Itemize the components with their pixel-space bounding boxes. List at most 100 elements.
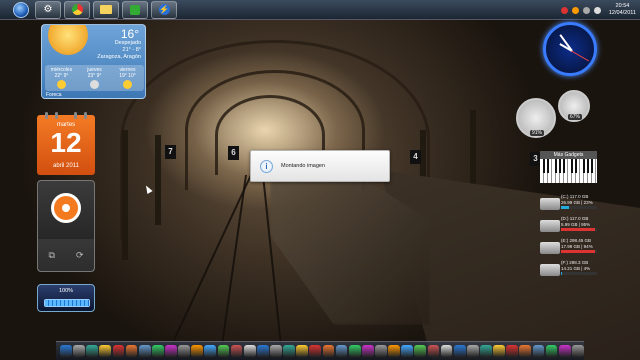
- dock-app-icon[interactable]: [532, 345, 545, 357]
- dock-app-icon[interactable]: [191, 345, 204, 357]
- ram-percent: 67%: [568, 114, 583, 120]
- dock-app-icon[interactable]: [309, 345, 322, 357]
- dock-app-icon[interactable]: [348, 345, 361, 357]
- calendar-ring: [74, 112, 77, 119]
- hard-drive-icon: [540, 264, 560, 276]
- dock-app-icon[interactable]: [151, 345, 164, 357]
- progress-track: [44, 299, 90, 307]
- dock-app-icon[interactable]: [217, 345, 230, 357]
- drive-usage-fill: [561, 206, 570, 209]
- dock-app-icon[interactable]: [414, 345, 427, 357]
- weather-source[interactable]: Foreca: [42, 91, 145, 98]
- tray-avast-icon[interactable]: [571, 6, 579, 14]
- taskbar-control-panel[interactable]: ⚙: [35, 0, 61, 19]
- dock-app-icon[interactable]: [506, 345, 519, 357]
- dock-app-icon[interactable]: [138, 345, 151, 357]
- dock-app-icon[interactable]: [283, 345, 295, 357]
- piano-gadget[interactable]: Más Gadgets: [540, 151, 597, 183]
- second-hand: [571, 50, 590, 62]
- tray-clock[interactable]: 20:54 12/04/2011: [609, 3, 636, 17]
- folder-icon: [100, 5, 112, 14]
- taskbar-power[interactable]: ⚡: [151, 0, 177, 19]
- dock-app-icon[interactable]: [361, 345, 374, 357]
- calendar-gadget[interactable]: martes 12 abril 2011: [37, 112, 95, 175]
- dock-app-icon[interactable]: [571, 345, 584, 357]
- sunny-icon: [57, 80, 66, 89]
- drive-usage-bar: [561, 250, 597, 253]
- dock-app-icon[interactable]: [112, 345, 125, 357]
- dock-app-icon[interactable]: [230, 345, 243, 357]
- calendar-ring: [55, 112, 58, 119]
- dock-app-icon[interactable]: [335, 345, 348, 357]
- dock-app-icon[interactable]: [558, 345, 571, 357]
- avast-controls: ⧉ ⟳: [38, 239, 94, 271]
- dock-app-icon[interactable]: [99, 345, 112, 357]
- drive-usage-fill: [561, 272, 563, 275]
- dock-app-icon[interactable]: [453, 345, 466, 357]
- avast-gadget[interactable]: ⧉ ⟳: [37, 180, 95, 272]
- start-button[interactable]: [10, 1, 32, 19]
- dock-app-icon[interactable]: [388, 345, 400, 357]
- dock-app-icon[interactable]: [243, 345, 256, 357]
- dock-app-icon[interactable]: [322, 345, 335, 357]
- calendar-month-year: abril 2011: [53, 163, 79, 169]
- mount-dialog[interactable]: i Montando imagen: [250, 150, 390, 182]
- drives-gadget[interactable]: (C:) 117.0 GB 26.99 GB | 23% (D:) 117.0 G…: [540, 194, 598, 280]
- cpu-meter-gadget[interactable]: 91% 67%: [514, 90, 594, 146]
- taskbar-chrome[interactable]: [64, 0, 90, 19]
- progress-gadget[interactable]: 100%: [37, 284, 95, 312]
- drive-item[interactable]: (C:) 117.0 GB 26.99 GB | 23%: [540, 194, 598, 216]
- refresh-icon[interactable]: ⟳: [76, 250, 84, 261]
- dialog-message: Montando imagen: [281, 163, 326, 169]
- dock-app-icon[interactable]: [519, 345, 532, 357]
- dock-app-icon[interactable]: [375, 345, 387, 357]
- drive-usage-fill: [561, 250, 595, 253]
- drive-item[interactable]: (D:) 117.0 GB 5.99 GB | 95%: [540, 216, 598, 238]
- dock-app-icon[interactable]: [73, 345, 85, 357]
- drive-usage-bar: [561, 228, 597, 231]
- taskbar-explorer[interactable]: [93, 0, 119, 19]
- dock-app-icon[interactable]: [86, 345, 99, 357]
- info-icon: i: [260, 160, 273, 173]
- open-icon[interactable]: ⧉: [49, 250, 55, 261]
- analog-clock-gadget[interactable]: [543, 22, 597, 76]
- drive-item[interactable]: (E:) 298.45 GB 17.99 GB | 94%: [540, 238, 598, 260]
- piano-keys[interactable]: [540, 159, 597, 183]
- tray-volume-icon[interactable]: [593, 6, 601, 14]
- dock-app-icon[interactable]: [427, 345, 440, 357]
- dock-app-icon[interactable]: [60, 345, 72, 357]
- forecast-day-temps: 23° 9°: [87, 73, 102, 79]
- dock-app-icon[interactable]: [204, 345, 217, 357]
- forecast-day: miércoles 22° 9°: [45, 65, 78, 91]
- tray-network-icon[interactable]: [582, 6, 590, 14]
- sunny-icon: [123, 80, 132, 89]
- partly-cloudy-icon: [90, 80, 99, 89]
- taskbar-media[interactable]: [122, 0, 148, 19]
- dock-app-icon[interactable]: [440, 345, 453, 357]
- dock-app-icon[interactable]: [480, 345, 492, 357]
- tray-update-icon[interactable]: [560, 6, 568, 14]
- progress-fill: [45, 300, 89, 306]
- dock-app-icon[interactable]: [401, 345, 414, 357]
- weather-temp: 16°: [120, 27, 139, 41]
- dock-app-icon[interactable]: [545, 345, 558, 357]
- dock: [56, 341, 584, 360]
- desktop-wallpaper[interactable]: 6 7 4 3 ⚙ ⚡ 20:54 12/04/2011 16° Despeja…: [0, 0, 640, 360]
- drive-label: (C:) 117.0 GB 26.99 GB | 23%: [561, 194, 593, 205]
- hard-drive-icon: [540, 220, 560, 232]
- drive-label: (F:) 298.3 GB 14.21 GB | 4%: [561, 260, 591, 271]
- dock-app-icon[interactable]: [178, 345, 190, 357]
- dock-app-icon[interactable]: [296, 345, 309, 357]
- dock-app-icon[interactable]: [165, 345, 177, 357]
- dock-app-icon[interactable]: [270, 345, 282, 357]
- drive-item[interactable]: (F:) 298.3 GB 14.21 GB | 4%: [540, 260, 598, 282]
- progress-label: 100%: [58, 288, 74, 294]
- dock-app-icon[interactable]: [493, 345, 505, 357]
- dock-app-icon[interactable]: [466, 345, 479, 357]
- dock-app-icon[interactable]: [125, 345, 138, 357]
- clock-date: 12/04/2011: [608, 10, 636, 16]
- weather-gadget[interactable]: 16° Despejado 21° - 8° Zaragoza, Aragón …: [41, 24, 146, 99]
- weather-range: 21° - 8°: [122, 47, 141, 53]
- dock-app-icon[interactable]: [256, 345, 269, 357]
- clock-time: 20:54: [615, 3, 630, 9]
